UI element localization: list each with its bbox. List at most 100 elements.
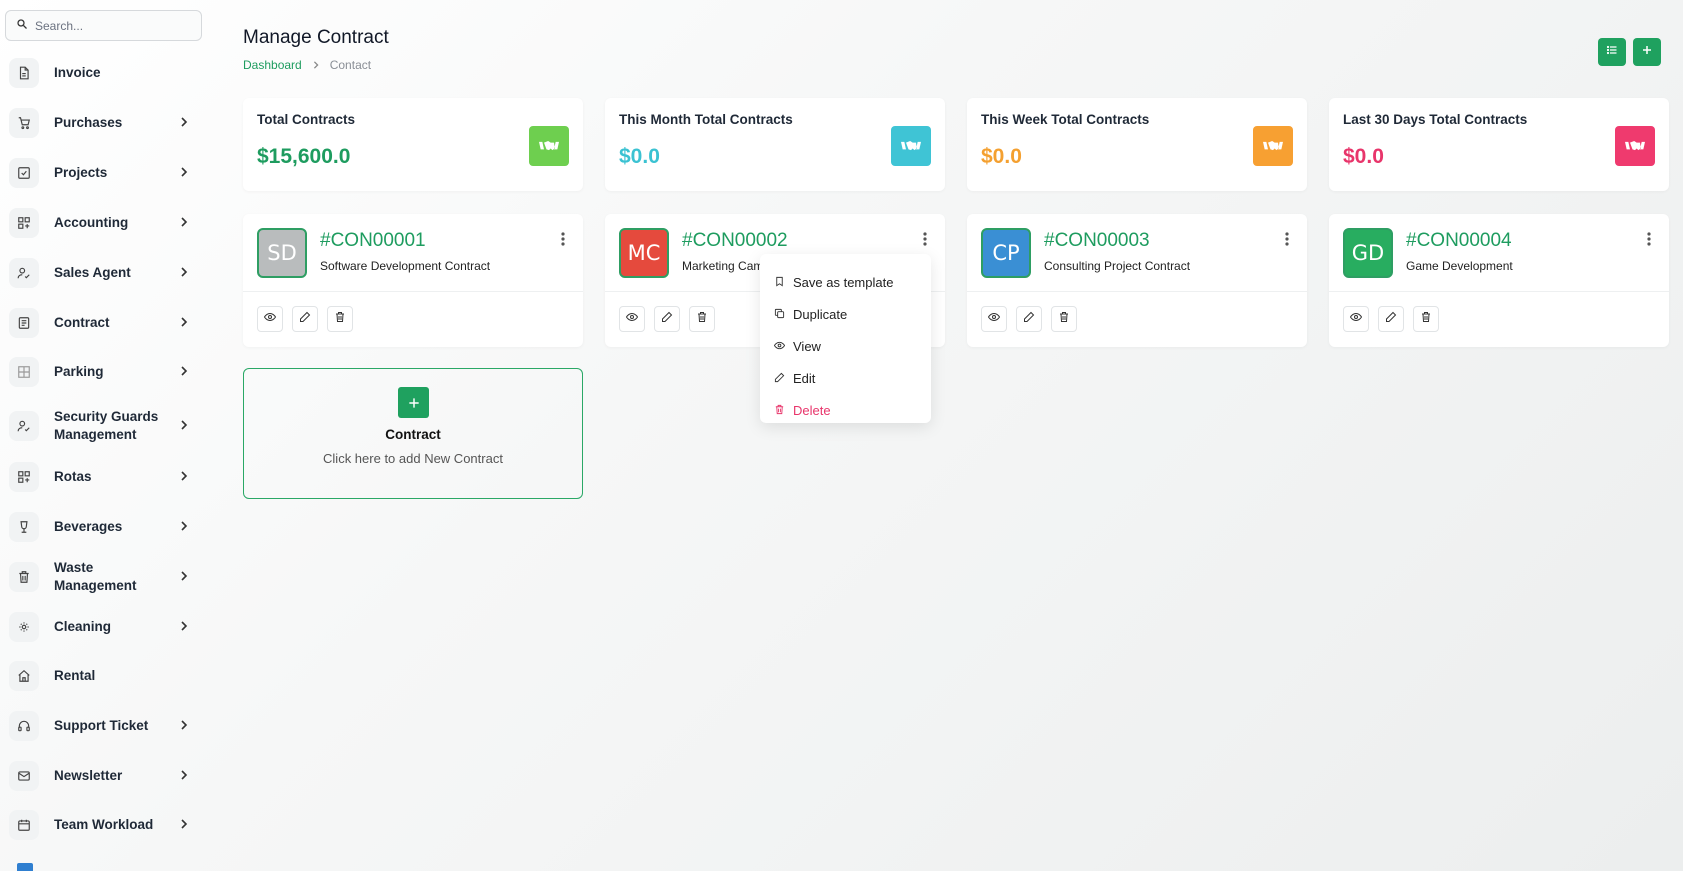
more-options-icon[interactable]: [1647, 232, 1651, 251]
breadcrumb-home-link[interactable]: Dashboard: [243, 58, 302, 72]
sidebar-item-parking[interactable]: Parking: [9, 352, 199, 392]
contract-code[interactable]: #CON00003: [1044, 230, 1150, 252]
list-view-button[interactable]: [1598, 38, 1626, 66]
contract-card: CP #CON00003 Consulting Project Contract: [967, 214, 1307, 347]
edit-button[interactable]: [654, 306, 680, 332]
more-options-icon[interactable]: [1285, 232, 1289, 251]
cart-icon: [9, 108, 39, 138]
menu-item-label: Save as template: [793, 274, 894, 290]
contract-name: Marketing Cam: [682, 259, 764, 273]
delete-button[interactable]: [1051, 306, 1077, 332]
menu-item-edit[interactable]: Edit: [774, 368, 815, 388]
pencil-icon: [774, 371, 785, 386]
contract-code[interactable]: #CON00001: [320, 230, 426, 252]
menu-item-delete[interactable]: Delete: [774, 400, 831, 420]
stat-card-total: Total Contracts $15,600.0: [243, 98, 583, 191]
menu-item-save-template[interactable]: Save as template: [774, 272, 893, 292]
edit-button[interactable]: [1016, 306, 1042, 332]
plus-icon: [1641, 43, 1653, 61]
avatar: GD: [1343, 228, 1393, 278]
sidebar-item-team-workload[interactable]: Team Workload: [9, 805, 199, 845]
sidebar-item-security-guards[interactable]: Security Guards Management: [9, 405, 199, 447]
sidebar-item-support-ticket[interactable]: Support Ticket: [9, 706, 199, 746]
eye-icon: [987, 310, 1001, 328]
sidebar-item-label: Cleaning: [54, 619, 112, 634]
more-options-icon[interactable]: [923, 232, 927, 251]
divider: [967, 291, 1307, 292]
sidebar-item-projects[interactable]: Projects: [9, 153, 199, 193]
add-contract-card[interactable]: Contract Click here to add New Contract: [243, 368, 583, 499]
contract-card: GD #CON00004 Game Development: [1329, 214, 1669, 347]
page-title: Manage Contract: [243, 27, 389, 48]
eye-icon: [773, 339, 786, 354]
chevron-right-icon: [179, 717, 189, 735]
contract-card: SD #CON00001 Software Development Contra…: [243, 214, 583, 347]
chevron-right-icon: [179, 164, 189, 182]
avatar: SD: [257, 228, 307, 278]
delete-button[interactable]: [327, 306, 353, 332]
glass-icon: [9, 512, 39, 542]
add-card-subtitle: Click here to add New Contract: [323, 451, 503, 466]
sidebar-item-newsletter[interactable]: Newsletter: [9, 756, 199, 796]
stat-title: Total Contracts: [257, 112, 356, 127]
edit-button[interactable]: [1378, 306, 1404, 332]
user-check-icon: [9, 411, 39, 441]
view-button[interactable]: [1343, 306, 1369, 332]
pencil-icon: [1023, 310, 1035, 328]
sidebar-item-waste-management[interactable]: Waste Management: [9, 557, 199, 597]
edit-button[interactable]: [292, 306, 318, 332]
menu-item-label: Delete: [793, 402, 831, 418]
contract-code[interactable]: #CON00002: [682, 230, 788, 252]
sidebar-item-purchases[interactable]: Purchases: [9, 103, 199, 143]
menu-item-view[interactable]: View: [773, 336, 821, 356]
chevron-right-icon: [179, 363, 189, 381]
chevron-right-icon: [179, 114, 189, 132]
contract-name: Software Development Contract: [320, 259, 491, 273]
sidebar-item-invoice[interactable]: Invoice: [9, 53, 199, 93]
stat-value: $15,600.0: [257, 145, 351, 168]
sidebar-item-label: Projects: [54, 165, 108, 180]
chevron-right-icon: [179, 618, 189, 636]
sidebar-item-label: Beverages: [54, 519, 123, 534]
menu-item-duplicate[interactable]: Duplicate: [774, 304, 847, 324]
chevron-right-icon: [179, 417, 189, 435]
sidebar-item-rotas[interactable]: Rotas: [9, 457, 199, 497]
trash-icon: [334, 310, 346, 328]
view-button[interactable]: [981, 306, 1007, 332]
handshake-icon: [529, 126, 569, 166]
sidebar-item-sales-agent[interactable]: Sales Agent: [9, 253, 199, 293]
stat-value: $0.0: [619, 145, 660, 168]
bookmark-icon: [774, 275, 785, 290]
sidebar-item-label: Support Ticket: [54, 718, 149, 733]
view-button[interactable]: [619, 306, 645, 332]
sidebar-item-beverages[interactable]: Beverages: [9, 507, 199, 547]
chevron-right-icon: [179, 568, 189, 586]
file-icon: [9, 58, 39, 88]
stat-title: This Month Total Contracts: [619, 112, 793, 127]
search-box[interactable]: [5, 10, 202, 41]
search-input[interactable]: [35, 18, 195, 33]
avatar: MC: [619, 228, 669, 278]
add-card-title: Contract: [385, 427, 441, 442]
trash-icon: [1420, 310, 1432, 328]
checkbox-icon: [9, 158, 39, 188]
sidebar-item-rental[interactable]: Rental: [9, 656, 199, 696]
chevron-right-icon: [179, 767, 189, 785]
divider: [243, 291, 583, 292]
delete-button[interactable]: [689, 306, 715, 332]
sidebar-item-contract[interactable]: Contract: [9, 303, 199, 343]
add-contract-button[interactable]: [1633, 38, 1661, 66]
menu-item-label: Edit: [793, 370, 816, 386]
sidebar-item-label: Invoice: [54, 65, 101, 80]
stat-title: This Week Total Contracts: [981, 112, 1150, 127]
more-options-icon[interactable]: [561, 232, 565, 251]
delete-button[interactable]: [1413, 306, 1439, 332]
view-button[interactable]: [257, 306, 283, 332]
sidebar-item-cleaning[interactable]: Cleaning: [9, 607, 199, 647]
eye-icon: [263, 310, 277, 328]
sidebar-item-label: Parking: [54, 364, 104, 379]
contract-name: Game Development: [1406, 259, 1513, 273]
sidebar-item-accounting[interactable]: Accounting: [9, 203, 199, 243]
sidebar-item-label: Waste Management: [54, 560, 137, 593]
contract-code[interactable]: #CON00004: [1406, 230, 1512, 252]
